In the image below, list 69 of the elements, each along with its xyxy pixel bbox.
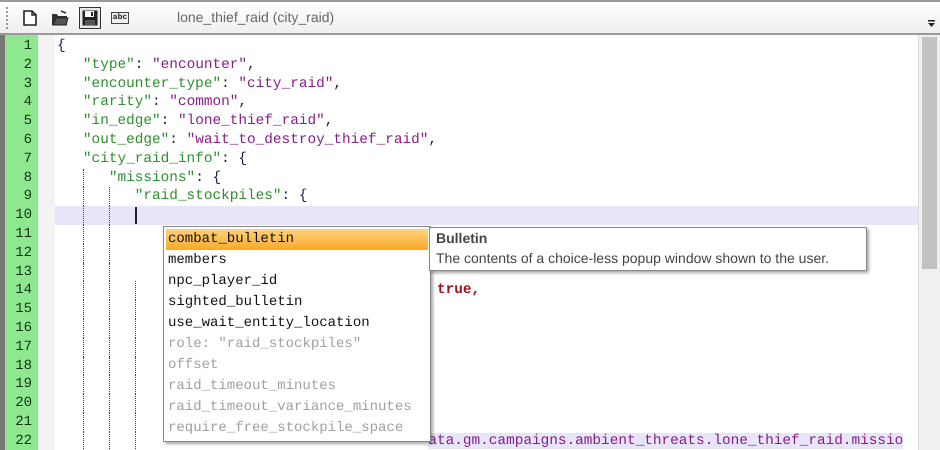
line-number: 10: [14, 206, 33, 225]
code-key: "raid_stockpiles": [134, 188, 282, 204]
code-key: "in_edge": [82, 113, 161, 130]
completion-item[interactable]: members: [166, 250, 428, 271]
line-number: 11: [14, 224, 33, 244]
line-number: 4: [22, 93, 33, 112]
code-punctuation: :: [152, 94, 162, 110]
line-number: 20: [14, 394, 33, 413]
text-cursor: [135, 207, 138, 224]
code-string: "lone_thief_raid": [178, 113, 325, 130]
line-number: 18: [14, 356, 33, 376]
completion-item[interactable]: sighted_bulletin: [166, 292, 428, 313]
code-punctuation: : {: [221, 150, 248, 167]
completion-item[interactable]: combat_bulletin: [166, 229, 428, 250]
new-file-icon: [23, 10, 37, 26]
tooltip-text: The contents of a choice-less popup window shown to the user.: [436, 249, 830, 268]
line-number: 17: [14, 338, 33, 357]
line-number: 16: [14, 318, 33, 338]
spellcheck-icon: abc: [110, 12, 130, 24]
document-title: lone_thief_raid (city_raid): [177, 8, 334, 27]
code-key: "out_edge": [82, 132, 170, 148]
grip-icon: [6, 6, 9, 28]
code-punctuation: ,: [247, 56, 256, 73]
code-punctuation: ,: [324, 113, 334, 130]
line-number: 8: [22, 168, 33, 188]
code-punctuation: ,: [333, 76, 342, 92]
line-number: 12: [14, 244, 33, 263]
line-number: 14: [14, 281, 33, 300]
toolbar-button[interactable]: [79, 6, 101, 28]
code-punctuation: :: [169, 132, 179, 148]
code-literal: true,: [436, 282, 480, 298]
code-punctuation: ,: [238, 94, 248, 110]
line-number: 19: [14, 375, 33, 394]
code-punctuation: :: [221, 76, 231, 92]
vertical-scrollbar[interactable]: [918, 35, 940, 450]
line-number: 6: [22, 130, 33, 150]
tooltip-title: Bulletin: [436, 229, 488, 248]
code-punctuation: :: [134, 56, 144, 73]
code-string: "wait_to_destroy_thief_raid": [186, 132, 428, 148]
line-number: 5: [22, 112, 33, 131]
code-punctuation: : {: [282, 188, 308, 204]
completion-item[interactable]: npc_player_id: [166, 271, 428, 292]
code-punctuation: :: [160, 113, 170, 130]
toolbar-button[interactable]: abc: [109, 6, 131, 28]
scrollbar-thumb[interactable]: [922, 37, 937, 269]
line-number: 2: [22, 56, 33, 75]
line-number: 15: [14, 300, 33, 319]
code-key: "encounter_type": [82, 76, 222, 92]
line-number: 1: [22, 37, 33, 56]
overflow-dropdown-icon[interactable]: [927, 20, 936, 29]
code-punctuation: {: [57, 38, 66, 54]
line-number: 3: [22, 74, 33, 94]
code-key: "city_raid_info": [82, 150, 222, 167]
code-text: ata.gm.campaigns.ambient_threats.lone_thief_raid.missio: [428, 432, 904, 449]
code-key: "rarity": [82, 94, 152, 110]
folder-icon: [51, 10, 69, 26]
line-number: 9: [22, 187, 33, 206]
code-key: "missions": [108, 170, 196, 186]
line-number: 21: [14, 412, 33, 432]
code-string: "common": [169, 94, 238, 110]
line-number: 13: [14, 262, 33, 282]
code-punctuation: : {: [195, 170, 222, 186]
code-string: "city_raid": [238, 76, 334, 92]
line-number: 7: [22, 150, 33, 169]
completion-item[interactable]: use_wait_entity_location: [166, 313, 428, 334]
code-key: "type": [82, 56, 135, 73]
code-punctuation: ,: [428, 132, 438, 148]
line-number: 22: [14, 432, 33, 450]
code-string: "encounter": [152, 56, 248, 73]
